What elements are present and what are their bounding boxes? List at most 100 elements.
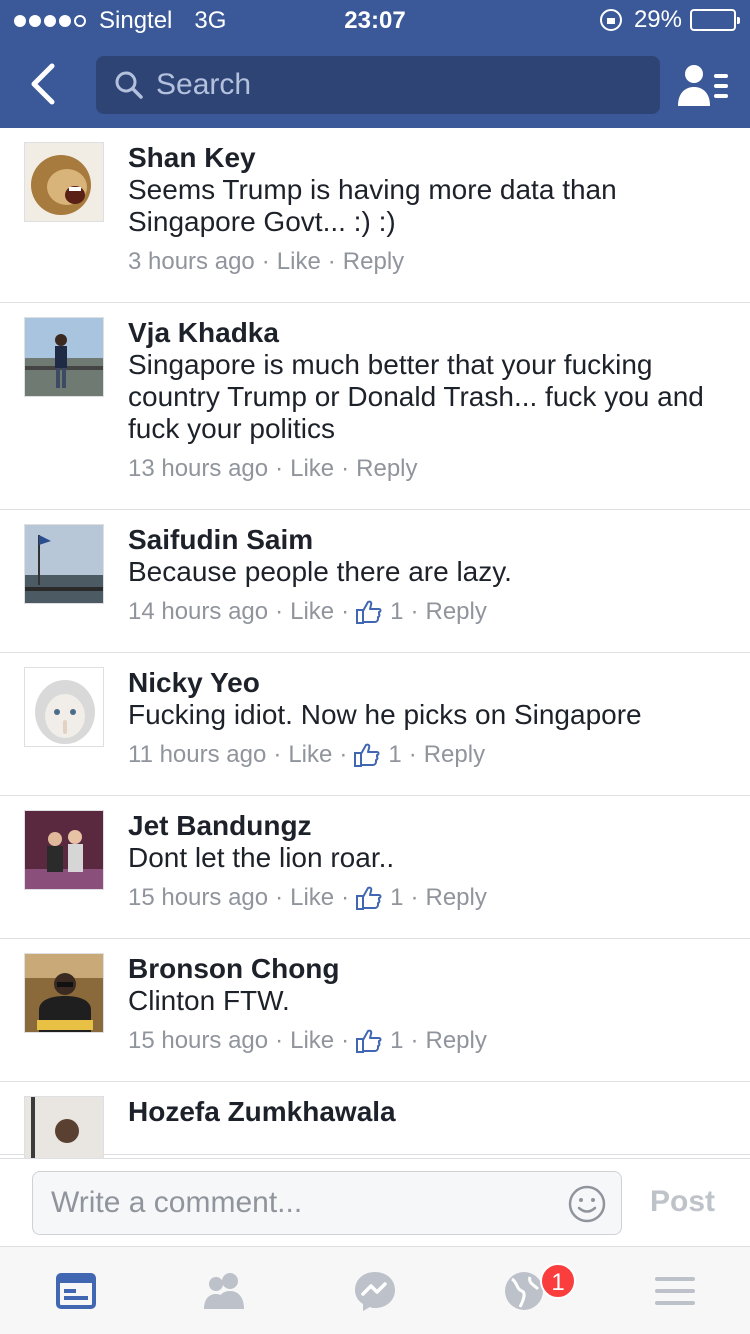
tab-menu[interactable] — [651, 1269, 699, 1313]
like-count[interactable]: 1 — [354, 741, 402, 769]
comment-text: Fucking idiot. Now he picks on Singapore — [128, 699, 642, 730]
comment-text: Dont let the lion roar.. — [128, 842, 395, 873]
reply-link[interactable]: Reply — [426, 598, 487, 626]
comment-composer: Post — [0, 1158, 750, 1246]
friends-icon — [204, 1273, 244, 1309]
comment-author[interactable]: Hozefa Zumkhawala — [128, 1096, 730, 1128]
separator: · — [273, 741, 282, 768]
reply-link[interactable]: Reply — [343, 248, 404, 276]
tab-messenger[interactable] — [351, 1269, 399, 1313]
comment-author[interactable]: Bronson Chong — [128, 953, 730, 985]
comment-item: Nicky Yeo Fucking idiot. Now he picks on… — [0, 653, 750, 796]
lion-avatar-icon — [25, 143, 103, 221]
messenger-icon — [355, 1272, 395, 1311]
baby-photo-icon — [25, 668, 103, 746]
nav-bar — [0, 40, 750, 128]
like-link[interactable]: Like — [288, 741, 332, 769]
separator: · — [275, 884, 284, 911]
comment-time: 13 hours ago — [128, 455, 269, 482]
comment-meta: 3 hours ago · Like · Reply — [128, 248, 730, 276]
separator: · — [275, 1027, 284, 1054]
separator: · — [339, 741, 348, 768]
avatar[interactable] — [24, 142, 104, 222]
comment-text: Because people there are lazy. — [128, 556, 512, 587]
comment-item: Saifudin Saim Because people there are l… — [0, 510, 750, 653]
back-button[interactable] — [22, 60, 66, 108]
chevron-left-icon — [31, 63, 55, 105]
comment-time: 11 hours ago — [128, 741, 267, 768]
separator: · — [341, 598, 350, 625]
reply-link[interactable]: Reply — [356, 455, 417, 483]
comment-meta: 13 hours ago · Like · Reply — [128, 455, 730, 483]
comment-author[interactable]: Jet Bandungz — [128, 810, 730, 842]
avatar[interactable] — [24, 524, 104, 604]
thumbs-up-icon — [356, 600, 382, 624]
comment-time: 3 hours ago — [128, 248, 255, 275]
reply-link[interactable]: Reply — [426, 884, 487, 912]
comment-item: Shan Key Seems Trump is having more data… — [0, 128, 750, 303]
emoji-icon[interactable] — [567, 1184, 607, 1224]
comment-item: Jet Bandungz Dont let the lion roar.. 15… — [0, 796, 750, 939]
like-count[interactable]: 1 — [356, 1027, 404, 1055]
comment-author[interactable]: Vja Khadka — [128, 317, 730, 349]
like-link[interactable]: Like — [290, 884, 334, 912]
comment-time: 14 hours ago — [128, 598, 269, 625]
separator: · — [341, 455, 350, 482]
separator: · — [327, 248, 336, 275]
like-count-value: 1 — [390, 1027, 404, 1054]
separator: · — [410, 1027, 419, 1054]
separator: · — [410, 884, 419, 911]
like-link[interactable]: Like — [290, 598, 334, 626]
tab-news-feed[interactable] — [52, 1269, 100, 1313]
thumbs-up-icon — [354, 743, 380, 767]
person-photo-icon — [25, 954, 103, 1032]
comment-input[interactable] — [51, 1186, 551, 1220]
like-link[interactable]: Like — [290, 1027, 334, 1055]
avatar[interactable] — [24, 953, 104, 1033]
friend-requests-icon — [678, 65, 728, 106]
reply-link[interactable]: Reply — [424, 741, 485, 769]
comment-meta: 15 hours ago · Like · 1 · Reply — [128, 1027, 730, 1055]
comments-list[interactable]: Shan Key Seems Trump is having more data… — [0, 128, 750, 1158]
comment-text: Seems Trump is having more data than Sin… — [128, 174, 617, 237]
comment-time: 15 hours ago — [128, 1027, 269, 1054]
tab-bar: 1 — [0, 1246, 750, 1334]
comment-author[interactable]: Nicky Yeo — [128, 667, 730, 699]
avatar[interactable] — [24, 810, 104, 890]
comment-meta: 14 hours ago · Like · 1 · Reply — [128, 598, 730, 626]
like-count[interactable]: 1 — [356, 884, 404, 912]
like-count-value: 1 — [388, 741, 402, 768]
status-right: 29% — [599, 6, 740, 34]
comment-item: Bronson Chong Clinton FTW. 15 hours ago … — [0, 939, 750, 1082]
avatar[interactable] — [24, 1096, 104, 1158]
person-photo-icon — [25, 1097, 103, 1158]
separator: · — [341, 1027, 350, 1054]
separator: · — [275, 598, 284, 625]
like-link[interactable]: Like — [290, 455, 334, 483]
separator: · — [275, 455, 284, 482]
friend-requests-button[interactable] — [676, 62, 730, 110]
comment-text: Clinton FTW. — [128, 985, 290, 1016]
comment-text: Singapore is much better that your fucki… — [128, 349, 704, 444]
separator: · — [341, 884, 350, 911]
search-bar[interactable] — [96, 56, 660, 114]
like-link[interactable]: Like — [277, 248, 321, 276]
avatar[interactable] — [24, 317, 104, 397]
comment-field[interactable] — [32, 1171, 622, 1235]
separator: · — [261, 248, 270, 275]
thumbs-up-icon — [356, 886, 382, 910]
separator: · — [410, 598, 419, 625]
separator: · — [408, 741, 417, 768]
like-count[interactable]: 1 — [356, 598, 404, 626]
notification-badge: 1 — [540, 1263, 576, 1299]
reply-link[interactable]: Reply — [426, 1027, 487, 1055]
tab-friends[interactable] — [200, 1269, 248, 1313]
search-icon — [115, 71, 143, 99]
comment-item: Hozefa Zumkhawala — [0, 1082, 750, 1158]
avatar[interactable] — [24, 667, 104, 747]
search-input[interactable] — [156, 68, 636, 102]
comment-author[interactable]: Saifudin Saim — [128, 524, 730, 556]
post-button[interactable]: Post — [650, 1185, 715, 1219]
comment-author[interactable]: Shan Key — [128, 142, 730, 174]
news-feed-icon — [56, 1273, 96, 1309]
